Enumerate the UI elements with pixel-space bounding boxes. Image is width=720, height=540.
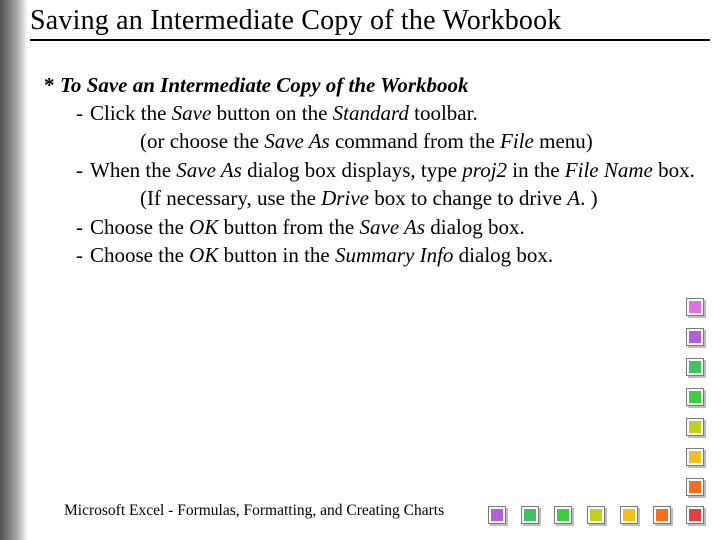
step-3: - Choose the OK button from the Save As … bbox=[44, 213, 710, 241]
step-1-paren: (or choose the Save As command from the … bbox=[44, 127, 710, 155]
deco-square bbox=[554, 506, 572, 524]
dash-bullet: - bbox=[76, 241, 90, 269]
step-1: - Click the Save button on the Standard … bbox=[44, 99, 710, 127]
deco-square bbox=[686, 478, 704, 496]
dash-bullet: - bbox=[76, 213, 90, 241]
slide-title: Saving an Intermediate Copy of the Workb… bbox=[30, 6, 710, 41]
deco-square bbox=[686, 358, 704, 376]
deco-square bbox=[686, 388, 704, 406]
star-bullet: * bbox=[44, 71, 60, 99]
step-1-text: Click the Save button on the Standard to… bbox=[90, 99, 478, 127]
deco-square bbox=[521, 506, 539, 524]
deco-square bbox=[488, 506, 506, 524]
step-3-text: Choose the OK button from the Save As di… bbox=[90, 213, 525, 241]
deco-square bbox=[686, 448, 704, 466]
step-2-paren: (If necessary, use the Drive box to chan… bbox=[44, 184, 710, 212]
deco-square bbox=[620, 506, 638, 524]
step-4-text: Choose the OK button in the Summary Info… bbox=[90, 241, 553, 269]
deco-square bbox=[686, 328, 704, 346]
step-2: - When the Save As dialog box displays, … bbox=[44, 156, 710, 184]
heading-text: To Save an Intermediate Copy of the Work… bbox=[60, 71, 469, 99]
deco-square bbox=[686, 506, 704, 524]
heading-row: * To Save an Intermediate Copy of the Wo… bbox=[44, 71, 710, 99]
dash-bullet: - bbox=[76, 99, 90, 127]
slide-body: * To Save an Intermediate Copy of the Wo… bbox=[30, 71, 710, 269]
left-gradient bbox=[0, 0, 28, 540]
step-4: - Choose the OK button in the Summary In… bbox=[44, 241, 710, 269]
deco-square bbox=[686, 418, 704, 436]
slide-content: Saving an Intermediate Copy of the Workb… bbox=[28, 0, 720, 540]
dash-bullet: - bbox=[76, 156, 90, 184]
deco-square bbox=[686, 298, 704, 316]
deco-square bbox=[587, 506, 605, 524]
step-2-text: When the Save As dialog box displays, ty… bbox=[90, 156, 695, 184]
deco-square bbox=[653, 506, 671, 524]
footer-text: Microsoft Excel - Formulas, Formatting, … bbox=[64, 502, 444, 520]
